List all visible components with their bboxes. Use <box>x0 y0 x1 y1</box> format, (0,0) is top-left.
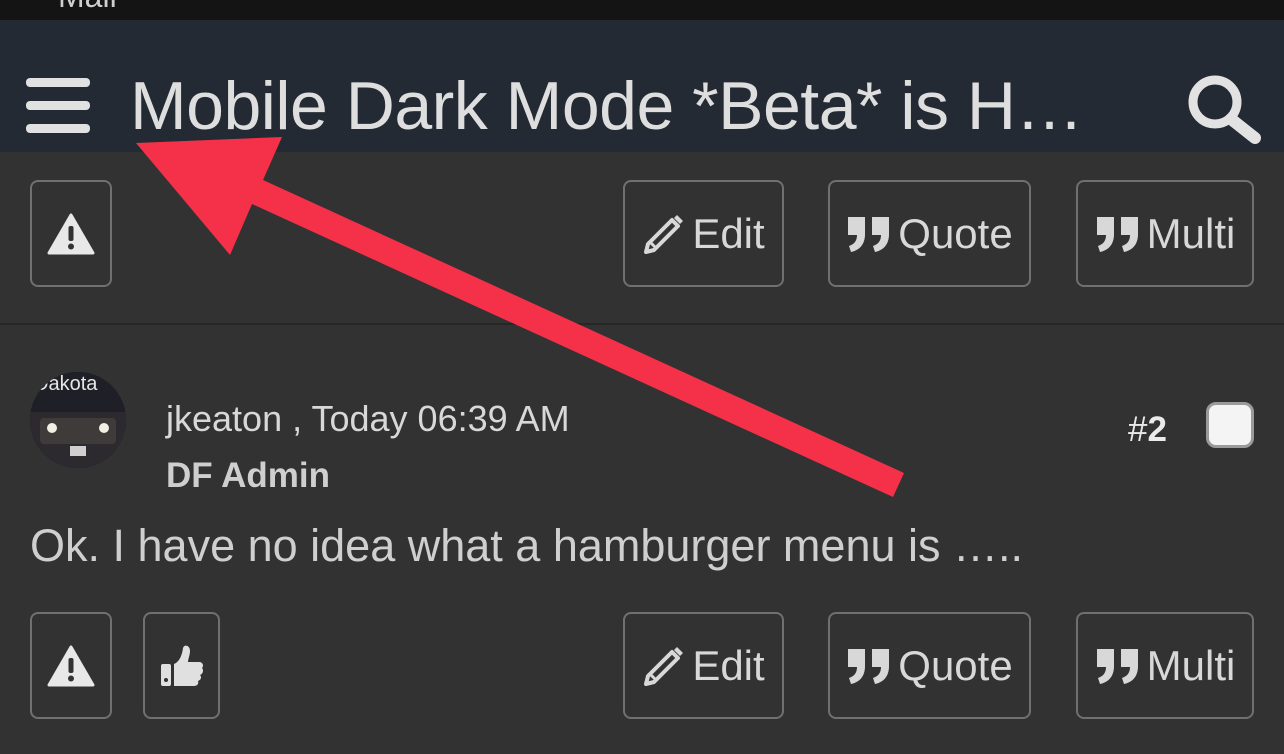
post-number-value: 2 <box>1147 410 1167 449</box>
post-divider <box>0 323 1284 325</box>
post-number[interactable]: #2 <box>1128 410 1167 450</box>
quote-label: Quote <box>898 641 1013 689</box>
hamburger-menu-icon[interactable] <box>26 78 90 134</box>
edit-label: Edit <box>692 641 765 689</box>
status-bar: Mail <box>0 0 1284 20</box>
multi-quote-button[interactable]: Multi <box>1076 612 1254 719</box>
quote-icon <box>848 648 890 684</box>
warning-icon <box>47 645 95 686</box>
like-button[interactable] <box>143 612 220 719</box>
quote-icon <box>848 216 890 252</box>
post-body: Ok. I have no idea what a hamburger menu… <box>30 520 1024 571</box>
page-title: Mobile Dark Mode *Beta* is H… <box>130 68 1083 144</box>
quote-icon <box>1096 216 1138 252</box>
post-meta: jkeaton , Today 06:39 AM <box>166 398 570 440</box>
warning-icon <box>47 213 95 254</box>
meta-separator: , <box>292 398 303 439</box>
select-post-checkbox[interactable] <box>1206 402 1254 448</box>
pencil-icon <box>644 646 684 686</box>
quote-button[interactable]: Quote <box>828 612 1031 719</box>
search-icon[interactable] <box>1186 72 1262 144</box>
report-button[interactable] <box>30 612 112 719</box>
avatar-text: Dakota <box>34 373 98 395</box>
post-number-prefix: # <box>1128 410 1148 449</box>
edit-label: Edit <box>692 209 765 257</box>
avatar[interactable]: Dakota <box>30 372 126 468</box>
avatar-image: Dakota <box>30 372 126 468</box>
multi-label: Multi <box>1146 641 1236 689</box>
edit-button[interactable]: Edit <box>623 612 784 719</box>
quote-icon <box>1096 648 1138 684</box>
edit-button[interactable]: Edit <box>623 180 784 287</box>
post-timestamp: Today 06:39 AM <box>311 398 570 439</box>
username-link[interactable]: jkeaton <box>166 398 282 439</box>
thumbs-up-icon <box>160 645 203 686</box>
quote-button[interactable]: Quote <box>828 180 1031 287</box>
multi-label: Multi <box>1146 209 1236 257</box>
pencil-icon <box>644 214 684 254</box>
top-bar: Mobile Dark Mode *Beta* is H… <box>0 20 1284 152</box>
user-role: DF Admin <box>166 456 330 495</box>
quote-label: Quote <box>898 209 1013 257</box>
multi-quote-button[interactable]: Multi <box>1076 180 1254 287</box>
report-button[interactable] <box>30 180 112 287</box>
status-text: Mail <box>58 0 117 15</box>
